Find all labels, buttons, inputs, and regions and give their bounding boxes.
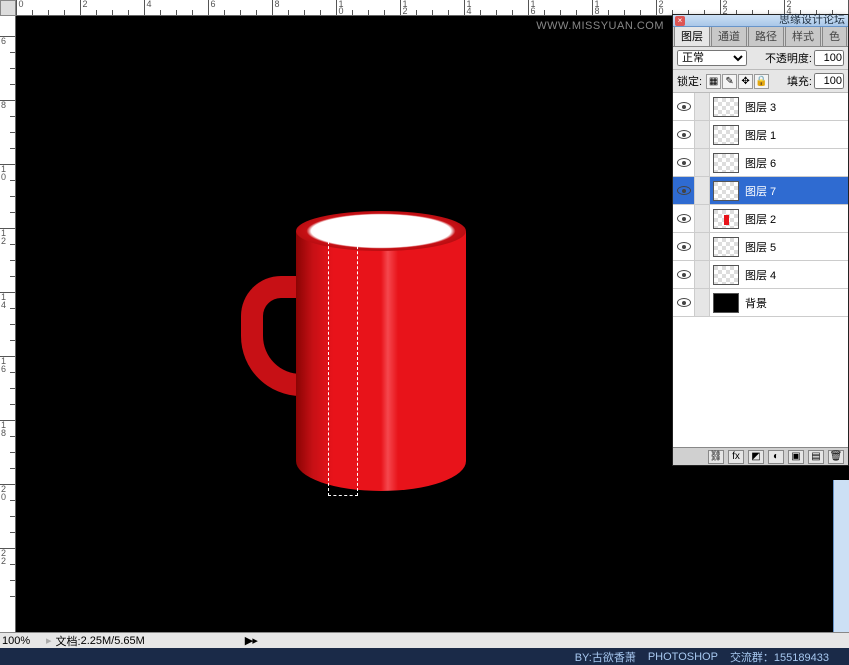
artwork-mug-body bbox=[296, 231, 466, 491]
layer-thumbnail[interactable] bbox=[713, 293, 739, 313]
layer-row[interactable]: 图层 5 bbox=[673, 233, 848, 261]
layer-row[interactable]: 图层 7 bbox=[673, 177, 848, 205]
tab-colors[interactable]: 色 bbox=[822, 25, 847, 46]
ruler-vertical: 6810121416182022 bbox=[0, 16, 16, 632]
tab-channels[interactable]: 通道 bbox=[711, 25, 747, 46]
layer-thumbnail[interactable] bbox=[713, 181, 739, 201]
eye-icon bbox=[677, 270, 691, 279]
layer-list-empty-area[interactable] bbox=[673, 317, 848, 447]
zoom-level[interactable]: 100% bbox=[2, 635, 42, 647]
layer-name-label[interactable]: 图层 2 bbox=[745, 211, 848, 227]
status-bar: 100% ▸ 文档: 2.25M/5.65M ▶ ▸ bbox=[0, 632, 849, 648]
eye-icon bbox=[677, 298, 691, 307]
visibility-toggle[interactable] bbox=[673, 149, 695, 176]
eye-icon bbox=[677, 214, 691, 223]
lock-row: 锁定: ▦ ✎ ✥ 🔒 填充: bbox=[673, 70, 848, 93]
link-column[interactable] bbox=[695, 121, 710, 148]
link-column[interactable] bbox=[695, 149, 710, 176]
lock-pixels-icon[interactable]: ✎ bbox=[722, 74, 737, 89]
tab-layers[interactable]: 图层 bbox=[674, 25, 710, 46]
link-layers-icon[interactable]: ⛓ bbox=[708, 450, 724, 464]
lock-position-icon[interactable]: ✥ bbox=[738, 74, 753, 89]
layer-row[interactable]: 图层 3 bbox=[673, 93, 848, 121]
panel-title-bar[interactable]: × 思缘设计论坛 bbox=[673, 15, 848, 27]
credit-bar: BY:古欲香萧 PHOTOSHOP 交流群：155189433 bbox=[0, 648, 849, 665]
link-column[interactable] bbox=[695, 289, 710, 316]
panel-footer: ⛓ fx ◩ ◐ ▣ ▤ 🗑 bbox=[673, 447, 848, 465]
visibility-toggle[interactable] bbox=[673, 121, 695, 148]
layer-row[interactable]: 背景 bbox=[673, 289, 848, 317]
credit-group: 交流群：155189433 bbox=[730, 649, 829, 665]
eye-icon bbox=[677, 130, 691, 139]
link-column[interactable] bbox=[695, 261, 710, 288]
lock-label: 锁定: bbox=[677, 73, 702, 89]
eye-icon bbox=[677, 186, 691, 195]
add-mask-icon[interactable]: ◩ bbox=[748, 450, 764, 464]
layers-panel: × 思缘设计论坛 图层 通道 路径 样式 色 正常 不透明度: 锁定: ▦ ✎ … bbox=[672, 14, 849, 466]
doc-size-label: 文档: bbox=[56, 633, 81, 649]
eye-icon bbox=[677, 158, 691, 167]
credit-app: PHOTOSHOP bbox=[648, 651, 718, 663]
layer-thumbnail[interactable] bbox=[713, 125, 739, 145]
layer-list: 图层 3 图层 1 图层 6 图层 7 图层 2 图层 5 图层 4 背景 bbox=[673, 93, 848, 317]
lock-all-icon[interactable]: 🔒 bbox=[754, 74, 769, 89]
artwork-mug-rim bbox=[296, 211, 466, 251]
layer-name-label[interactable]: 图层 4 bbox=[745, 267, 848, 283]
watermark-text: WWW.MISSYUAN.COM bbox=[536, 20, 664, 32]
eye-icon bbox=[677, 102, 691, 111]
layer-name-label[interactable]: 图层 7 bbox=[745, 183, 848, 199]
layer-row[interactable]: 图层 2 bbox=[673, 205, 848, 233]
layer-thumbnail[interactable] bbox=[713, 153, 739, 173]
layer-name-label[interactable]: 背景 bbox=[745, 295, 848, 311]
status-flyout-icon[interactable]: ▶ ▸ bbox=[245, 634, 256, 647]
layer-row[interactable]: 图层 1 bbox=[673, 121, 848, 149]
new-layer-icon[interactable]: ▤ bbox=[808, 450, 824, 464]
layer-row[interactable]: 图层 6 bbox=[673, 149, 848, 177]
fill-label: 填充: bbox=[787, 73, 812, 89]
visibility-toggle[interactable] bbox=[673, 233, 695, 260]
layer-thumbnail[interactable] bbox=[713, 237, 739, 257]
selection-marquee bbox=[328, 226, 358, 496]
tab-styles[interactable]: 样式 bbox=[785, 25, 821, 46]
opacity-label: 不透明度: bbox=[765, 50, 812, 66]
link-column[interactable] bbox=[695, 177, 710, 204]
link-column[interactable] bbox=[695, 93, 710, 120]
layer-thumbnail[interactable] bbox=[713, 209, 739, 229]
doc-size-value: 2.25M/5.65M bbox=[81, 635, 145, 647]
opacity-input[interactable] bbox=[814, 50, 844, 66]
lock-transparency-icon[interactable]: ▦ bbox=[706, 74, 721, 89]
layer-thumbnail[interactable] bbox=[713, 265, 739, 285]
visibility-toggle[interactable] bbox=[673, 261, 695, 288]
visibility-toggle[interactable] bbox=[673, 205, 695, 232]
lock-icon-group: ▦ ✎ ✥ 🔒 bbox=[706, 74, 769, 89]
delete-layer-icon[interactable]: 🗑 bbox=[828, 450, 844, 464]
layer-thumbnail[interactable] bbox=[713, 97, 739, 117]
blend-mode-select[interactable]: 正常 bbox=[677, 50, 747, 66]
visibility-toggle[interactable] bbox=[673, 289, 695, 316]
panel-title-hint: 思缘设计论坛 bbox=[779, 14, 845, 26]
layer-fx-icon[interactable]: fx bbox=[728, 450, 744, 464]
visibility-toggle[interactable] bbox=[673, 93, 695, 120]
layer-name-label[interactable]: 图层 1 bbox=[745, 127, 848, 143]
blend-mode-row: 正常 不透明度: bbox=[673, 47, 848, 70]
vertical-scrollbar[interactable] bbox=[833, 480, 849, 632]
panel-close-button[interactable]: × bbox=[675, 16, 685, 26]
layer-row[interactable]: 图层 4 bbox=[673, 261, 848, 289]
credit-author: BY:古欲香萧 bbox=[575, 649, 636, 665]
ruler-corner bbox=[0, 0, 16, 16]
layer-name-label[interactable]: 图层 3 bbox=[745, 99, 848, 115]
layer-name-label[interactable]: 图层 5 bbox=[745, 239, 848, 255]
adjustment-layer-icon[interactable]: ◐ bbox=[768, 450, 784, 464]
visibility-toggle[interactable] bbox=[673, 177, 695, 204]
eye-icon bbox=[677, 242, 691, 251]
link-column[interactable] bbox=[695, 233, 710, 260]
new-group-icon[interactable]: ▣ bbox=[788, 450, 804, 464]
link-column[interactable] bbox=[695, 205, 710, 232]
panel-tab-strip: 图层 通道 路径 样式 色 bbox=[673, 27, 848, 47]
fill-input[interactable] bbox=[814, 73, 844, 89]
layer-name-label[interactable]: 图层 6 bbox=[745, 155, 848, 171]
tab-paths[interactable]: 路径 bbox=[748, 25, 784, 46]
